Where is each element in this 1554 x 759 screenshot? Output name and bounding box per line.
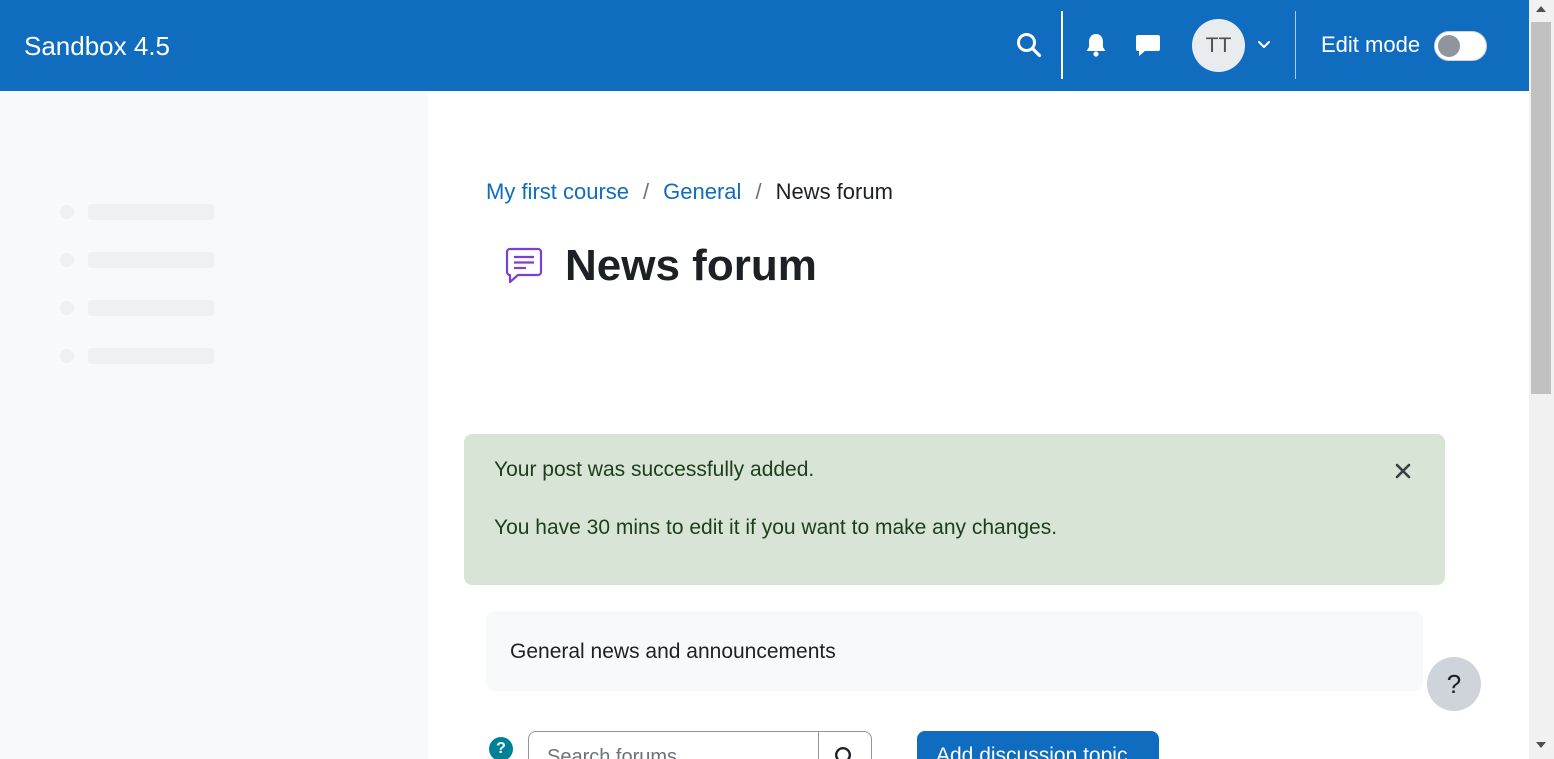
- alert-message: You have 30 mins to edit it if you want …: [494, 516, 1058, 539]
- success-alert: Your post was successfully added. You ha…: [464, 434, 1445, 585]
- forum-icon: [504, 245, 544, 285]
- breadcrumb: My first course / General / News forum: [486, 178, 893, 206]
- breadcrumb-current: News forum: [775, 179, 893, 204]
- loading-placeholder-row: [60, 298, 214, 318]
- navbar-divider: [1061, 11, 1063, 79]
- page-scrollbar[interactable]: [1529, 0, 1554, 759]
- edit-mode-label: Edit mode: [1321, 32, 1421, 57]
- search-forums-input[interactable]: [528, 731, 819, 759]
- alert-message: Your post was successfully added.: [494, 458, 815, 481]
- search-icon[interactable]: [1014, 30, 1044, 60]
- forum-intro: General news and announcements: [486, 611, 1423, 691]
- loading-placeholder-row: [60, 346, 214, 366]
- breadcrumb-link-course[interactable]: My first course: [486, 178, 629, 206]
- add-discussion-topic-button[interactable]: Add discussion topic: [917, 731, 1159, 759]
- loading-placeholder-row: [60, 202, 214, 222]
- page-title: News forum: [565, 241, 817, 290]
- breadcrumb-link-section[interactable]: General: [663, 178, 741, 206]
- toggle-knob: [1438, 35, 1460, 57]
- search-help-icon[interactable]: ?: [489, 737, 513, 759]
- breadcrumb-separator: /: [643, 179, 650, 204]
- search-submit-button[interactable]: [818, 731, 872, 759]
- scroll-thumb[interactable]: [1531, 22, 1551, 394]
- avatar[interactable]: TT: [1192, 19, 1245, 72]
- bell-icon[interactable]: [1082, 30, 1110, 60]
- breadcrumb-separator: /: [755, 179, 762, 204]
- scroll-down-arrow[interactable]: [1536, 742, 1546, 748]
- top-navbar: Sandbox 4.5 TT Edit mode: [0, 0, 1529, 91]
- forum-intro-text: General news and announcements: [510, 640, 836, 663]
- help-button[interactable]: ?: [1427, 657, 1481, 711]
- navbar-divider: [1295, 11, 1296, 79]
- search-icon: [835, 747, 851, 759]
- scroll-up-arrow[interactable]: [1536, 6, 1546, 12]
- site-brand[interactable]: Sandbox 4.5: [24, 30, 170, 62]
- loading-placeholder-row: [60, 250, 214, 270]
- chevron-down-icon[interactable]: [1255, 36, 1273, 54]
- course-index-drawer: [0, 91, 428, 759]
- close-icon[interactable]: [1392, 460, 1414, 482]
- edit-mode-toggle[interactable]: [1434, 31, 1487, 61]
- chat-icon[interactable]: [1133, 30, 1163, 60]
